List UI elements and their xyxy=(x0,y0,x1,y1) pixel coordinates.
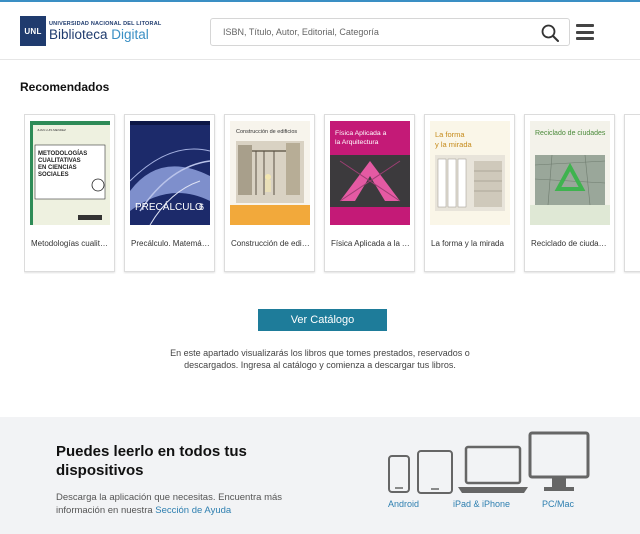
book-title: Física Aplicada a la Arquitectura xyxy=(331,239,411,248)
book-card[interactable]: Reciclado de ciudades Reciclado de ciuda… xyxy=(524,114,615,272)
book-card[interactable]: La forma y la mirada La forma y la mirad… xyxy=(424,114,515,272)
device-icons xyxy=(388,431,590,494)
book-title: La forma y la mirada xyxy=(431,239,504,248)
recommended-carousel: JUAN LUIS MENDEZ METODOLOGÍAS CUALITATIV… xyxy=(24,114,640,274)
site-logo[interactable]: UNL UNIVERSIDAD NACIONAL DEL LITORAL Bib… xyxy=(20,16,161,46)
devices-description: Descarga la aplicación que necesitas. En… xyxy=(56,491,326,517)
book-cover: PRECÁLCULO 6 xyxy=(130,121,210,225)
book-title: Precálculo. Matemáticas para el cálculo xyxy=(131,239,211,248)
unl-logo-mark: UNL xyxy=(20,16,46,46)
site-header: UNL UNIVERSIDAD NACIONAL DEL LITORAL Bib… xyxy=(0,2,640,60)
logo-name-main: Biblioteca xyxy=(49,26,108,42)
svg-text:SOCIALES: SOCIALES xyxy=(38,172,69,178)
svg-text:La forma: La forma xyxy=(435,130,465,139)
logo-name-sub: Digital xyxy=(107,26,149,42)
book-cover: Construcción de edificios xyxy=(230,121,310,225)
cover-title: Construcción de edificios xyxy=(236,129,297,135)
book-cover: Reciclado de ciudades xyxy=(530,121,610,225)
svg-text:la Arquitectura: la Arquitectura xyxy=(335,139,379,146)
book-title: Reciclado de ciudades xyxy=(531,239,611,248)
laptop-icon xyxy=(458,445,528,493)
book-cover: La forma y la mirada xyxy=(430,121,510,225)
logo-site-name: Biblioteca Digital xyxy=(49,27,161,42)
ipad-iphone-link[interactable]: iPad & iPhone xyxy=(453,499,510,509)
catalog-info-text: En este apartado visualizarás los libros… xyxy=(170,348,470,370)
devices-title: Puedes leerlo en todos tus dispositivos xyxy=(56,443,247,479)
cover-edition: 6 xyxy=(199,202,204,212)
search-input[interactable] xyxy=(211,19,531,45)
book-card[interactable]: PRECÁLCULO 6 Precálculo. Matemáticas par… xyxy=(124,114,215,272)
cover-author: JUAN LUIS MENDEZ xyxy=(37,128,66,132)
pc-mac-link[interactable]: PC/Mac xyxy=(542,499,574,509)
book-cover: Física Aplicada a la Arquitectura xyxy=(330,121,410,225)
cover-title: Reciclado de ciudades xyxy=(535,130,606,137)
search-box xyxy=(210,18,570,46)
cover-title: PRECÁLCULO xyxy=(135,200,203,213)
book-card[interactable]: Física Aplicada a la Arquitectura Física… xyxy=(324,114,415,272)
book-card[interactable]: Construcción de edificios Construcción d… xyxy=(224,114,315,272)
svg-text:METODOLOGÍAS: METODOLOGÍAS xyxy=(38,149,87,157)
svg-text:EN CIENCIAS: EN CIENCIAS xyxy=(38,165,77,171)
recommended-title: Recomendados xyxy=(20,80,110,94)
desktop-icon xyxy=(528,431,590,491)
hamburger-menu-icon[interactable] xyxy=(576,24,594,40)
svg-text:y la mirada: y la mirada xyxy=(435,140,473,149)
book-title: Construcción de edificios xyxy=(231,239,311,248)
help-section-link[interactable]: Sección de Ayuda xyxy=(155,505,231,516)
tablet-icon xyxy=(417,450,453,494)
book-card-partial[interactable] xyxy=(624,114,640,272)
book-cover: JUAN LUIS MENDEZ METODOLOGÍAS CUALITATIV… xyxy=(30,121,110,225)
devices-section: Puedes leerlo en todos tus dispositivos … xyxy=(0,417,640,534)
view-catalog-button[interactable]: Ver Catálogo xyxy=(258,309,387,331)
book-card[interactable]: JUAN LUIS MENDEZ METODOLOGÍAS CUALITATIV… xyxy=(24,114,115,272)
book-title: Metodologías cualitativas en ciencias so… xyxy=(31,239,111,248)
svg-text:CUALITATIVAS: CUALITATIVAS xyxy=(38,158,81,164)
android-link[interactable]: Android xyxy=(388,499,419,509)
phone-icon xyxy=(388,455,410,493)
search-icon[interactable] xyxy=(541,24,559,42)
svg-text:Física Aplicada a: Física Aplicada a xyxy=(335,130,387,137)
